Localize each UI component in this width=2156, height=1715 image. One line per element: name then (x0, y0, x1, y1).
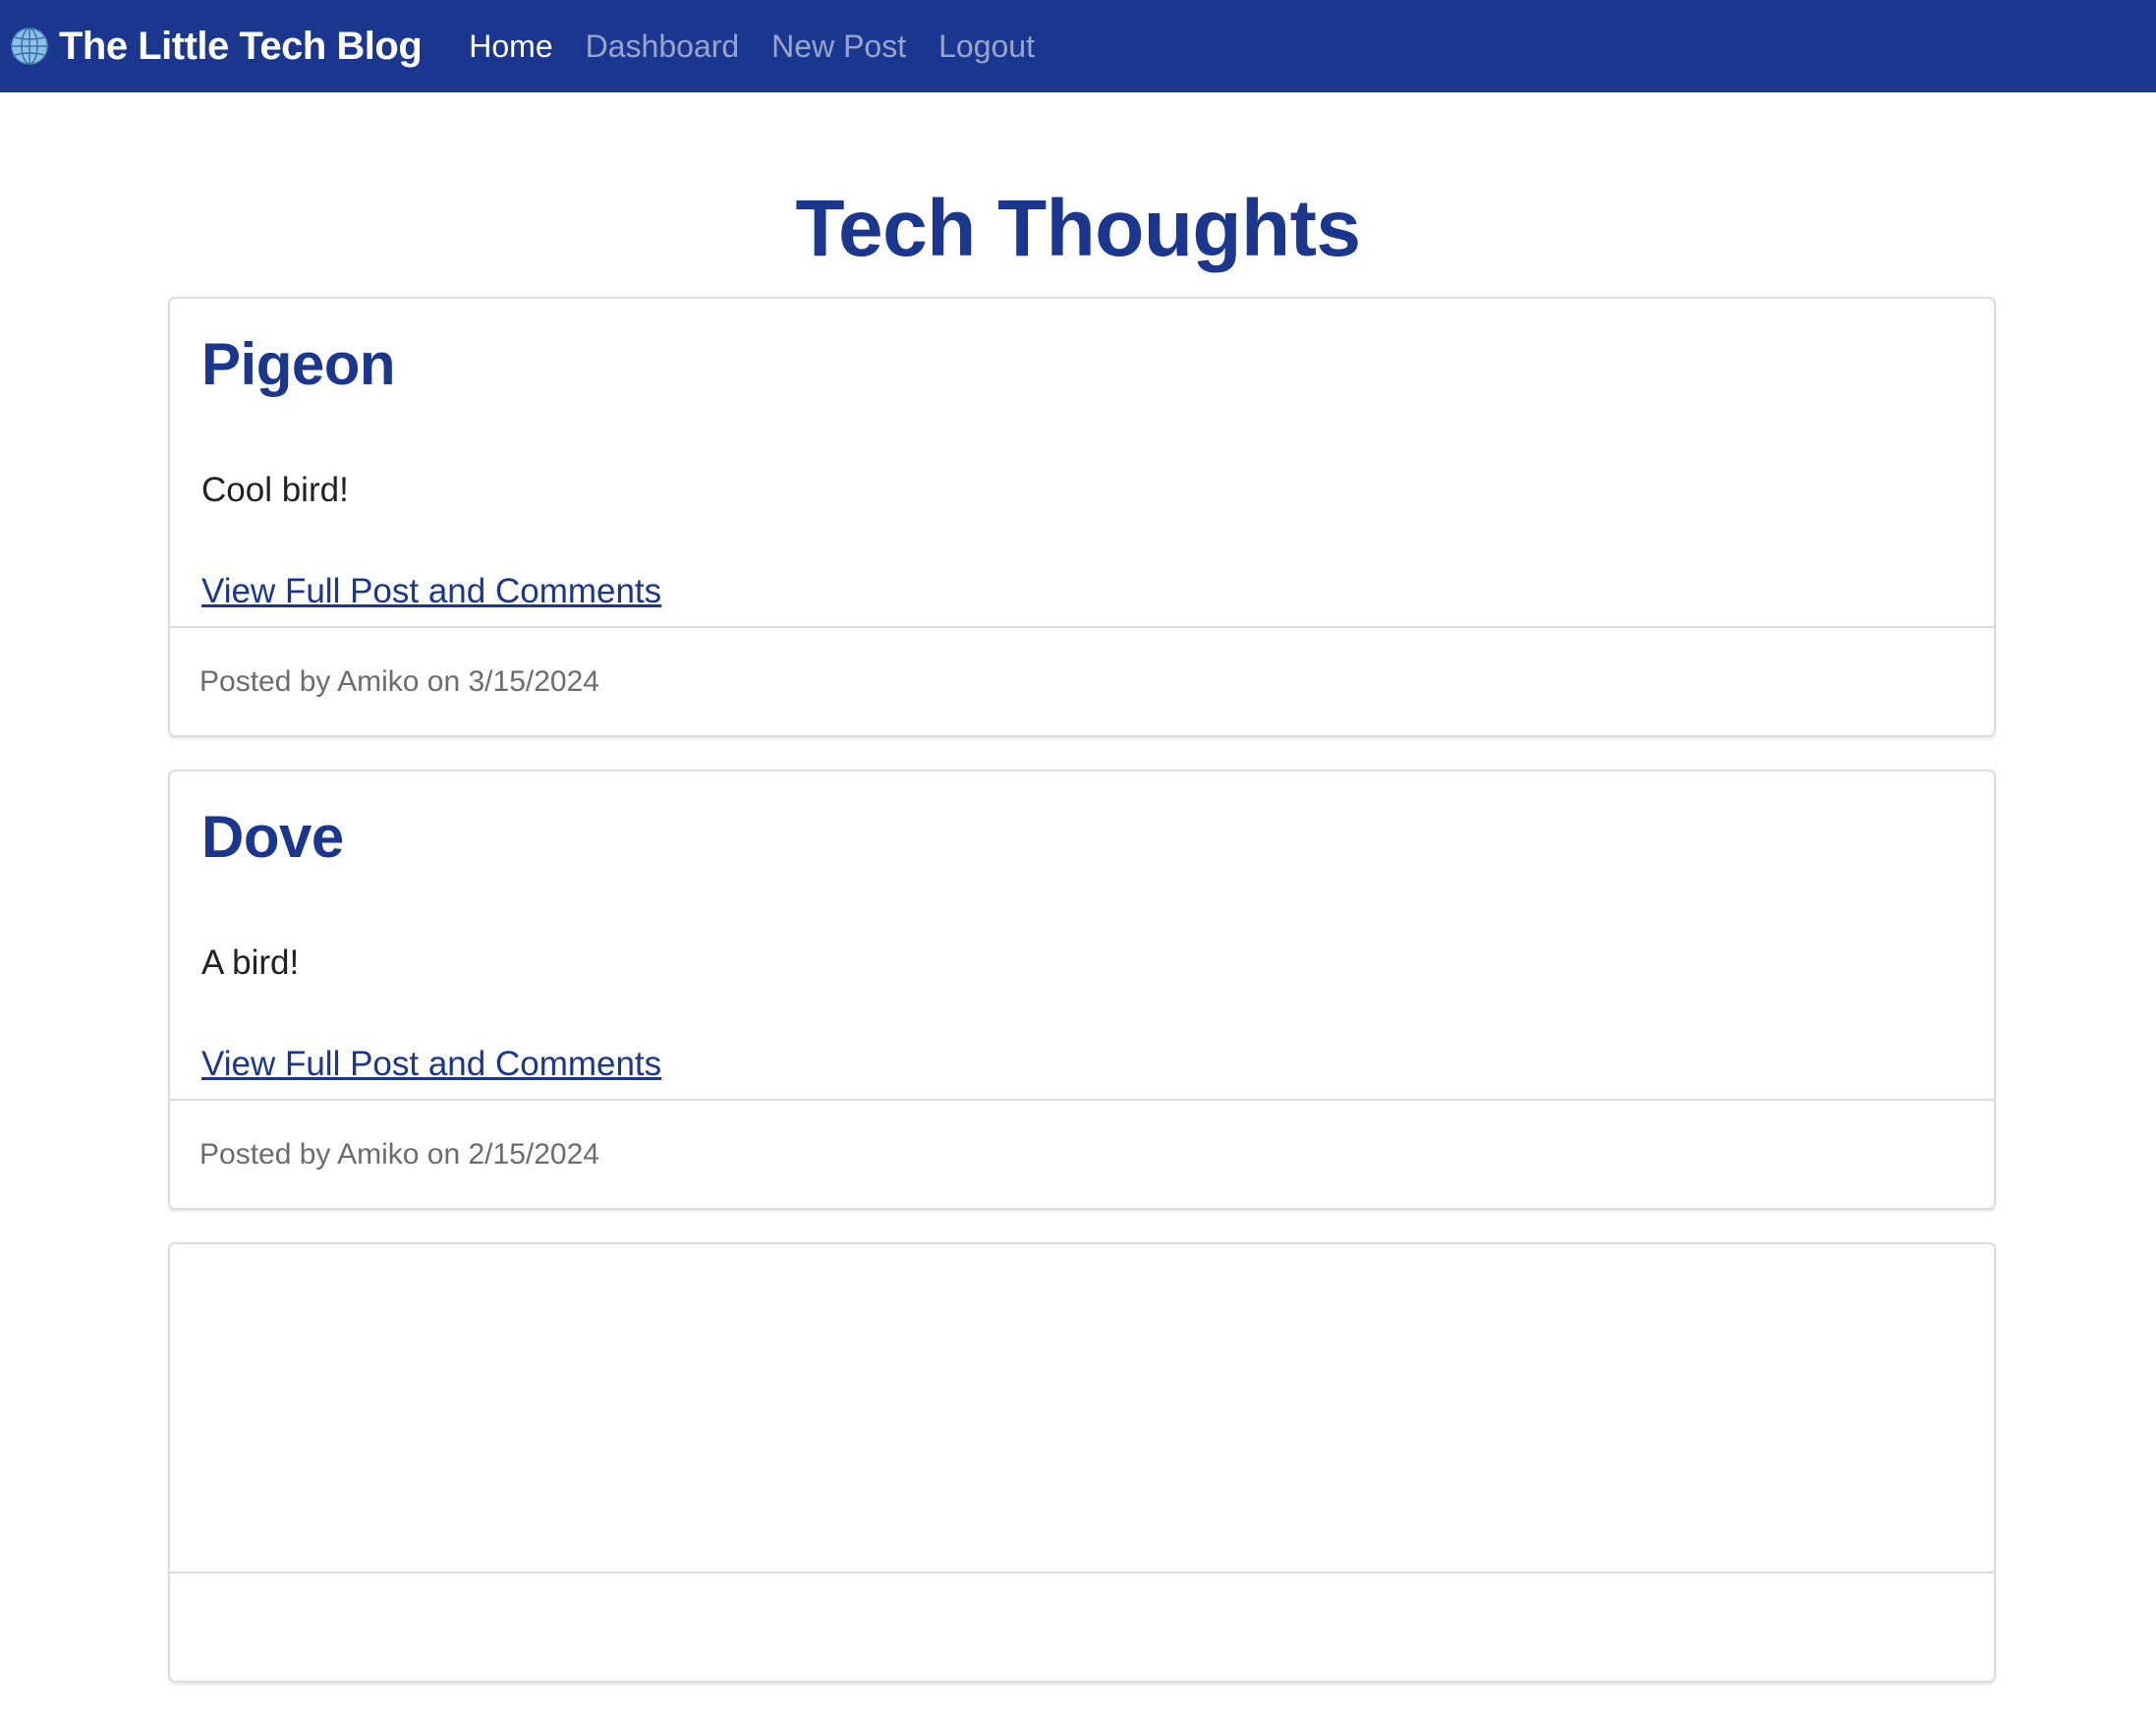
post-card-body (170, 1244, 1994, 1572)
post-title: Pigeon (201, 331, 396, 397)
post-title: Dove (201, 804, 344, 870)
post-card-body: Pigeon Cool bird! View Full Post and Com… (170, 299, 1994, 626)
post-card-body: Dove A bird! View Full Post and Comments (170, 772, 1994, 1099)
post-content: A bird! (201, 943, 300, 982)
nav-link-home[interactable]: Home (469, 29, 552, 65)
navbar: The Little Tech Blog Home Dashboard New … (0, 0, 2156, 92)
brand-name: The Little Tech Blog (59, 24, 423, 68)
view-full-post-link[interactable]: View Full Post and Comments (201, 572, 661, 611)
nav-link-new-post[interactable]: New Post (771, 29, 906, 65)
view-full-post-link[interactable]: View Full Post and Comments (201, 1045, 661, 1084)
post-footer (170, 1572, 1994, 1681)
post-content: Cool bird! (201, 471, 349, 509)
post-card (168, 1242, 1996, 1683)
globe-icon (10, 27, 49, 66)
post-footer: Posted by Amiko on 3/15/2024 (170, 626, 1994, 735)
page-title: Tech Thoughts (795, 184, 1361, 273)
post-list: Pigeon Cool bird! View Full Post and Com… (168, 297, 1996, 1715)
post-card: Pigeon Cool bird! View Full Post and Com… (168, 297, 1996, 737)
post-footer: Posted by Amiko on 2/15/2024 (170, 1099, 1994, 1208)
nav-link-logout[interactable]: Logout (938, 29, 1035, 65)
post-card: Dove A bird! View Full Post and Comments… (168, 770, 1996, 1210)
nav-link-dashboard[interactable]: Dashboard (586, 29, 740, 65)
brand-link[interactable]: The Little Tech Blog (10, 24, 423, 69)
nav-links: Home Dashboard New Post Logout (469, 29, 1067, 65)
